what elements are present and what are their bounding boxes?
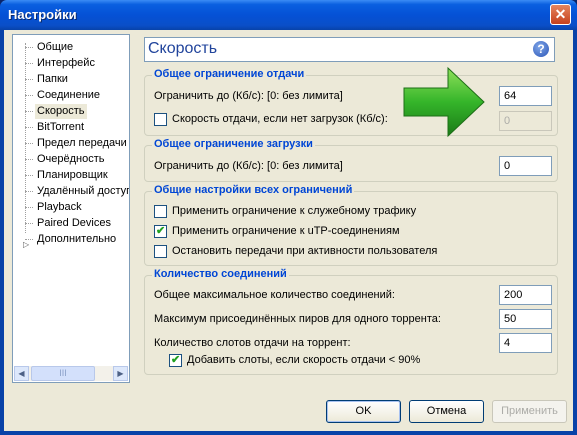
settings-tree[interactable]: Общие Интерфейс Папки Соединение Скорост…: [12, 34, 130, 383]
cancel-button[interactable]: Отмена: [409, 400, 484, 423]
close-icon[interactable]: ✕: [550, 4, 571, 25]
settings-window: Настройки ✕ Общие Интерфейс Папки Соедин…: [0, 0, 577, 435]
upload-slots-label: Количество слотов отдачи на торрент:: [154, 337, 351, 349]
upload-limit-field[interactable]: 64: [499, 86, 552, 106]
tree-connector-line: [25, 43, 27, 233]
apply-button[interactable]: Применить: [492, 400, 567, 423]
panel-header: Скорость ?: [144, 37, 555, 62]
download-limit-group: Общее ограничение загрузки Ограничить до…: [144, 138, 558, 182]
max-peers-field[interactable]: 50: [499, 309, 552, 329]
download-limit-label: Ограничить до (Кб/с): [0: без лимита]: [154, 160, 343, 172]
tree-item-folders[interactable]: Папки: [25, 72, 70, 87]
tree-item-transfer-cap[interactable]: Предел передачи: [25, 136, 129, 151]
add-slots-label: Добавить слоты, если скорость отдачи < 9…: [187, 354, 421, 366]
stop-on-activity-label: Остановить передачи при активности польз…: [172, 245, 438, 257]
tree-item-connection[interactable]: Соединение: [24, 88, 102, 103]
tree-item-remote[interactable]: Удалённый доступ: [24, 184, 129, 199]
group-title-upload: Общее ограничение отдачи: [152, 68, 307, 80]
tree-item-speed[interactable]: Скорость: [25, 104, 87, 119]
group-title-download: Общее ограничение загрузки: [152, 138, 315, 150]
expand-arrow-icon[interactable]: ▷: [23, 240, 29, 249]
window-frame-bottom: [0, 431, 577, 435]
scroll-thumb[interactable]: III: [31, 366, 95, 381]
upload-limit-label: Ограничить до (Кб/с): [0: без лимита]: [154, 90, 343, 102]
check-icon: ✔: [156, 225, 166, 237]
max-connections-label: Общее максимальное количество соединений…: [154, 289, 395, 301]
scroll-right-icon[interactable]: ▶: [113, 366, 128, 381]
title-bar[interactable]: Настройки ✕: [0, 0, 577, 30]
overhead-label: Применить ограничение к служебному трафи…: [172, 205, 417, 217]
overhead-checkbox[interactable]: [154, 205, 167, 218]
tree-item-bittorrent[interactable]: BitTorrent: [24, 120, 86, 135]
tree-item-advanced[interactable]: Дополнительно: [24, 232, 118, 247]
upload-limit-group: Общее ограничение отдачи Ограничить до (…: [144, 68, 558, 136]
global-limits-group: Общие настройки всех ограничений Примени…: [144, 184, 558, 266]
window-frame-right: [573, 30, 577, 435]
tree-item-queueing[interactable]: Очерёдность: [25, 152, 107, 167]
tree-item-paired-devices[interactable]: Paired Devices: [25, 216, 113, 231]
tree-item-general[interactable]: Общие: [24, 40, 75, 55]
upload-idle-label: Скорость отдачи, если нет загрузок (Кб/с…: [172, 113, 388, 125]
tree-horizontal-scrollbar[interactable]: ◀ III ▶: [14, 366, 128, 381]
group-title-connections: Количество соединений: [152, 268, 289, 280]
group-title-global: Общие настройки всех ограничений: [152, 184, 355, 196]
ok-button[interactable]: OK: [326, 400, 401, 423]
upload-idle-checkbox[interactable]: [154, 113, 167, 126]
tree-item-playback[interactable]: Playback: [25, 200, 84, 215]
window-title: Настройки: [8, 7, 77, 22]
utp-label: Применить ограничение к uTP-соединениям: [172, 225, 400, 237]
help-icon[interactable]: ?: [533, 41, 549, 57]
upload-slots-field[interactable]: 4: [499, 333, 552, 353]
dialog-client-area: Общие Интерфейс Папки Соединение Скорост…: [4, 30, 573, 431]
max-peers-label: Максимум присоединённых пиров для одного…: [154, 313, 441, 325]
utp-checkbox[interactable]: ✔: [154, 225, 167, 238]
connections-group: Количество соединений Общее максимальное…: [144, 268, 558, 375]
green-arrow-icon: [403, 66, 485, 138]
scroll-left-icon[interactable]: ◀: [14, 366, 29, 381]
page-title: Скорость: [148, 40, 218, 57]
check-icon: ✔: [171, 354, 181, 366]
download-limit-field[interactable]: 0: [499, 156, 552, 176]
tree-item-interface[interactable]: Интерфейс: [25, 56, 97, 71]
settings-panel: Скорость ? Общее ограничение отдачи Огра…: [138, 34, 567, 383]
add-slots-checkbox[interactable]: ✔: [169, 354, 182, 367]
max-connections-field[interactable]: 200: [499, 285, 552, 305]
tree-item-scheduler[interactable]: Планировщик: [25, 168, 110, 183]
stop-on-activity-checkbox[interactable]: [154, 245, 167, 258]
upload-idle-field[interactable]: 0: [499, 111, 552, 131]
